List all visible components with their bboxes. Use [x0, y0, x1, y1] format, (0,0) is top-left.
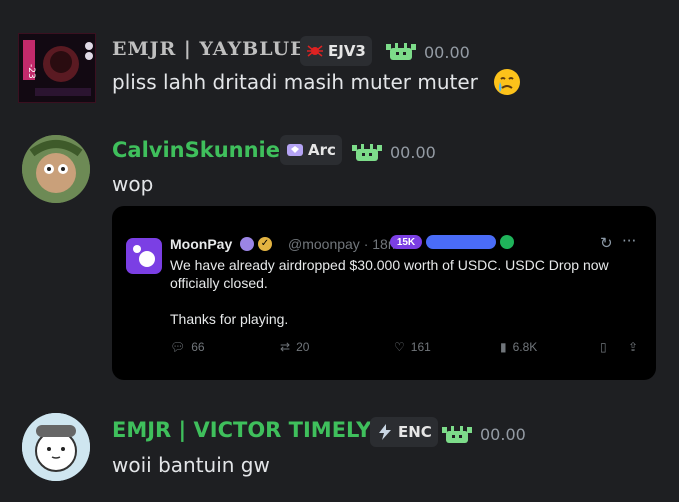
more-icon[interactable]: ···: [622, 232, 636, 250]
tweet-text-1: We have already airdropped $30.000 worth…: [170, 257, 609, 291]
green-badge: [500, 235, 514, 249]
user-avatar[interactable]: [22, 413, 90, 481]
moonpay-logo: [126, 238, 162, 274]
guild-tag[interactable]: ENC: [370, 417, 438, 447]
crab-icon: [386, 43, 416, 60]
message-text: wop: [112, 172, 154, 196]
lightning-icon: [376, 423, 394, 441]
crab-icon: [352, 144, 382, 161]
spider-icon: [306, 42, 324, 60]
svg-text:-23: -23: [26, 64, 36, 79]
username[interactable]: EMJR | YAYBLUE: [112, 38, 306, 60]
views-icon: ▮: [500, 340, 507, 354]
tweet-actions: 💬︎ 66 ⇄ 20 ♡ 161 ▮ 6.8K ▯ ⇪: [170, 340, 640, 360]
username[interactable]: EMJR | VICTOR TIMELY: [112, 418, 371, 442]
guild-tag-label: ENC: [398, 423, 432, 441]
message-text: woii bantuin gw: [112, 453, 270, 477]
tweet-screenshot[interactable]: MoonPay ✓ @moonpay · 18m 15K ↻ ··· We ha…: [112, 206, 656, 380]
retweet-icon: ⇄: [280, 340, 291, 354]
guild-tag[interactable]: EJV3: [300, 36, 372, 66]
message-text: pliss lahh dritadi masih muter muter: [112, 70, 478, 94]
guild-tag[interactable]: Arc: [280, 135, 342, 165]
retweet-action[interactable]: ⇄ 20: [280, 340, 309, 354]
message-3: EMJR | VICTOR TIMELY ENC 00.00 woii bant…: [0, 395, 679, 502]
guild-tag-label: EJV3: [328, 42, 366, 60]
guild-tag-label: Arc: [308, 141, 336, 159]
gold-check-icon: ✓: [258, 237, 272, 251]
verified-icon: [240, 237, 254, 251]
share-icon[interactable]: ⇪: [628, 340, 638, 354]
timestamp: 00.00: [390, 143, 436, 162]
reply-action[interactable]: 💬︎ 66: [170, 340, 205, 354]
like-icon: ♡: [394, 340, 405, 354]
timestamp: 00.00: [480, 425, 526, 444]
arc-icon: [286, 141, 304, 159]
tweet-text-2: Thanks for playing.: [170, 311, 289, 327]
crab-icon: [442, 426, 472, 443]
badge-pill: [426, 235, 496, 249]
tweet-author-name: MoonPay: [170, 236, 233, 252]
reply-icon: 💬︎: [170, 340, 186, 354]
followers-badge: 15K: [390, 235, 422, 249]
user-avatar[interactable]: -23: [18, 33, 96, 103]
refresh-icon[interactable]: ↻: [600, 234, 613, 252]
bookmark-icon[interactable]: ▯: [600, 340, 607, 354]
message-1: -23 EMJR | YAYBLUE EJV3 00.00 pliss lahh…: [0, 0, 679, 115]
crying-emoji: [493, 68, 521, 96]
views-action[interactable]: ▮ 6.8K: [500, 340, 537, 354]
tweet-body: We have already airdropped $30.000 worth…: [170, 256, 630, 346]
timestamp: 00.00: [424, 43, 470, 62]
tweet-handle: @moonpay · 18m: [288, 236, 400, 252]
user-avatar[interactable]: [22, 135, 90, 203]
like-action[interactable]: ♡ 161: [394, 340, 431, 354]
username[interactable]: CalvinSkunnies: [112, 138, 293, 162]
